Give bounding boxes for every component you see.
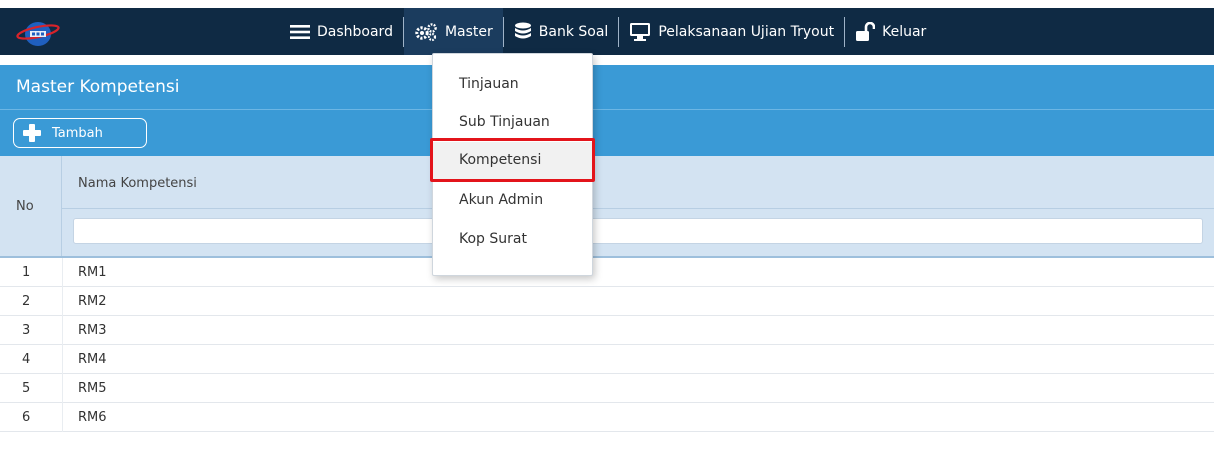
- monitor-icon: [630, 22, 651, 41]
- unlock-icon: [856, 21, 876, 41]
- app-logo[interactable]: [16, 19, 60, 47]
- nav-master[interactable]: Master: [403, 8, 503, 55]
- table-header: No Nama Kompetensi: [0, 156, 1214, 258]
- database-icon: [514, 22, 531, 38]
- menu-item-akun-admin[interactable]: Akun Admin: [459, 192, 543, 208]
- nav-dashboard-label: Dashboard: [317, 23, 393, 40]
- menu-item-tinjauan[interactable]: Tinjauan: [459, 76, 519, 92]
- row-divider: [62, 258, 63, 287]
- row-name: RM5: [78, 381, 107, 396]
- row-name: RM4: [78, 352, 107, 367]
- table-row[interactable]: 2 RM2: [0, 287, 1214, 316]
- column-header-no[interactable]: No: [0, 156, 62, 256]
- nav-dashboard[interactable]: Dashboard: [280, 8, 403, 55]
- column-header-name[interactable]: Nama Kompetensi: [78, 176, 197, 191]
- row-divider: [62, 316, 63, 345]
- nav-keluar-label: Keluar: [882, 23, 927, 40]
- nav-pelaksanaan-label: Pelaksanaan Ujian Tryout: [658, 23, 835, 40]
- row-no: 2: [22, 294, 31, 309]
- nav-pelaksanaan[interactable]: Pelaksanaan Ujian Tryout: [619, 8, 844, 55]
- nav-bank-soal-label: Bank Soal: [538, 23, 609, 40]
- add-button[interactable]: Tambah: [13, 118, 147, 148]
- menu-icon: [290, 24, 310, 39]
- add-button-label: Tambah: [52, 125, 103, 141]
- toolbar: Tambah: [0, 109, 1214, 156]
- gears-icon: [415, 22, 437, 41]
- table-row[interactable]: 6 RM6: [0, 403, 1214, 432]
- highlight-annotation-box: [430, 138, 595, 182]
- row-no: 4: [22, 352, 31, 367]
- table-row[interactable]: 5 RM5: [0, 374, 1214, 403]
- row-divider: [62, 287, 63, 316]
- table-body: 1 RM1 2 RM2 3 RM3 4 RM4 5 RM5 6 RM6: [0, 258, 1214, 432]
- row-divider: [62, 345, 63, 374]
- nav-bank-soal[interactable]: Bank Soal: [504, 8, 619, 55]
- plus-icon: [22, 123, 42, 143]
- top-navbar: Dashboard Master Bank Soal Pelaksanaan U…: [0, 8, 1214, 55]
- page-title: Master Kompetensi: [16, 77, 180, 97]
- menu-item-kop-surat[interactable]: Kop Surat: [459, 231, 527, 247]
- row-no: 6: [22, 410, 31, 425]
- table-row[interactable]: 4 RM4: [0, 345, 1214, 374]
- page-title-bar: Master Kompetensi: [0, 65, 1214, 109]
- row-name: RM2: [78, 294, 107, 309]
- filter-input[interactable]: [73, 218, 1203, 244]
- table-row[interactable]: 1 RM1: [0, 258, 1214, 287]
- row-no: 3: [22, 323, 31, 338]
- table-row[interactable]: 3 RM3: [0, 316, 1214, 345]
- row-name: RM6: [78, 410, 107, 425]
- row-no: 1: [22, 265, 31, 280]
- row-name: RM1: [78, 265, 107, 280]
- menu-item-sub-tinjauan[interactable]: Sub Tinjauan: [459, 114, 550, 130]
- row-divider: [62, 403, 63, 432]
- row-name: RM3: [78, 323, 107, 338]
- row-divider: [62, 374, 63, 403]
- nav-keluar[interactable]: Keluar: [845, 8, 936, 55]
- row-no: 5: [22, 381, 31, 396]
- nav-master-label: Master: [444, 23, 493, 40]
- header-divider: [62, 208, 1214, 209]
